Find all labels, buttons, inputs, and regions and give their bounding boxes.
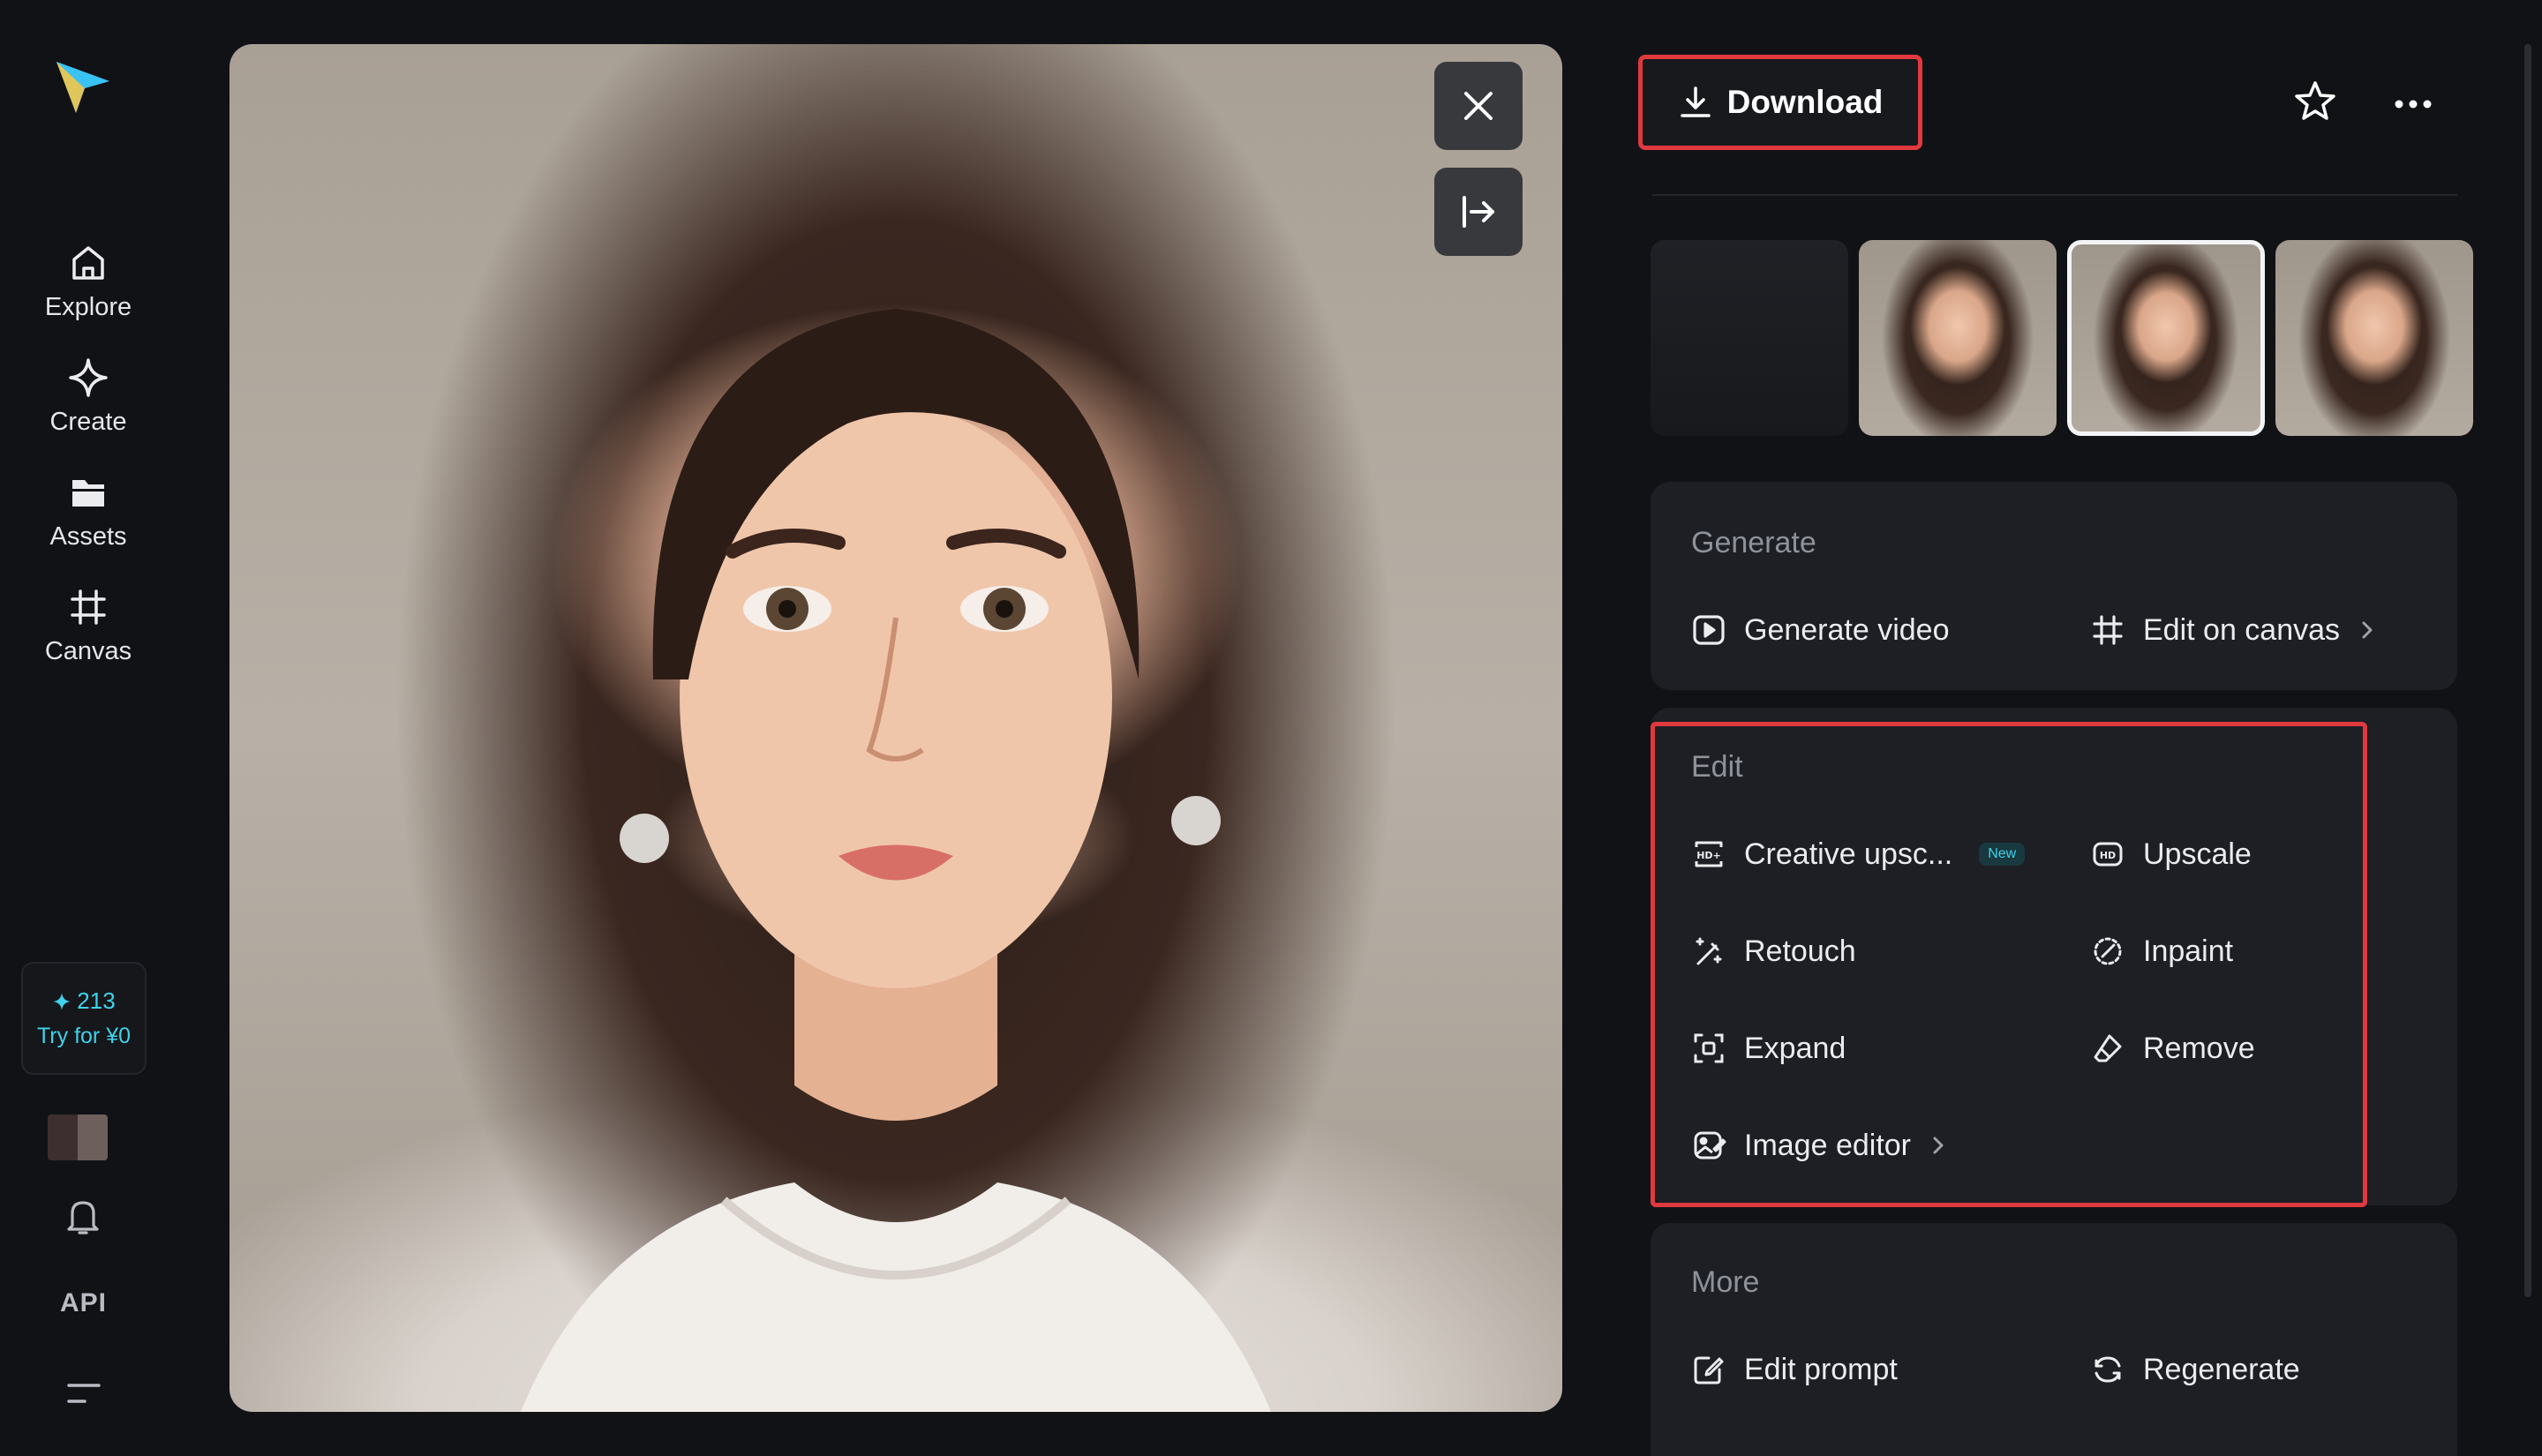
generate-video-label: Generate video xyxy=(1744,612,1950,647)
download-label: Download xyxy=(1726,84,1884,120)
upscale-button[interactable]: HD Upscale xyxy=(2090,837,2252,872)
generate-section-title: Generate xyxy=(1691,526,1816,559)
thumbnail-4[interactable] xyxy=(2275,240,2473,436)
sparkle-diamond-icon xyxy=(69,358,108,397)
edit-prompt-icon xyxy=(1694,1356,1724,1385)
creative-upscale-button[interactable]: HD+ Creative upsc... New xyxy=(1691,837,2026,872)
arrow-right-bar-icon xyxy=(1463,196,1494,228)
menu-icon[interactable] xyxy=(65,1380,102,1407)
image-editor-button[interactable]: Image editor xyxy=(1691,1128,1948,1163)
more-section-title: More xyxy=(1691,1265,1760,1299)
image-editor-label: Image editor xyxy=(1744,1128,1911,1162)
edit-on-canvas-button[interactable]: Edit on canvas xyxy=(2090,612,2377,648)
remove-button[interactable]: Remove xyxy=(2090,1031,2255,1066)
edit-section: Edit HD+ Creative upsc... New HD Upscale… xyxy=(1651,708,2457,1205)
collapse-panel-button[interactable] xyxy=(1434,168,1523,256)
chevron-right-icon xyxy=(1933,1137,1944,1154)
generate-video-button[interactable]: Generate video xyxy=(1691,612,1950,648)
regenerate-button[interactable]: Regenerate xyxy=(2090,1352,2300,1387)
thumbnail-3-selected[interactable] xyxy=(2067,240,2265,436)
expand-button[interactable]: Expand xyxy=(1691,1031,1846,1066)
eraser-icon xyxy=(2094,1034,2122,1062)
svg-text:HD: HD xyxy=(2100,850,2116,861)
generated-image[interactable] xyxy=(229,44,1562,1412)
nav-explore[interactable]: Explore xyxy=(0,240,177,337)
api-link[interactable]: API xyxy=(60,1288,107,1318)
hd-icon: HD xyxy=(2093,842,2123,867)
edit-prompt-label: Edit prompt xyxy=(1744,1352,1898,1386)
regenerate-label: Regenerate xyxy=(2143,1352,2300,1386)
home-icon xyxy=(72,246,104,280)
close-icon xyxy=(1464,92,1493,120)
try-free-link[interactable]: Try for ¥0 xyxy=(37,1024,131,1049)
left-nav-rail: Explore Create Assets Canvas 213 Try for… xyxy=(0,0,177,1456)
chevron-right-icon xyxy=(2362,621,2373,639)
nav-create-label: Create xyxy=(49,408,127,436)
inpaint-brush-icon xyxy=(2094,937,2122,965)
expand-label: Expand xyxy=(1744,1031,1846,1065)
nav-assets[interactable]: Assets xyxy=(0,469,177,567)
thumbnail-1[interactable] xyxy=(1651,240,1848,436)
credits-count: 213 xyxy=(52,987,116,1015)
avatar[interactable] xyxy=(48,1115,108,1160)
edit-on-canvas-label: Edit on canvas xyxy=(2143,612,2341,647)
favorite-star-icon[interactable] xyxy=(2293,79,2337,124)
magic-wand-icon xyxy=(1696,937,1722,965)
close-viewer-button[interactable] xyxy=(1434,62,1523,150)
credits-count-value: 213 xyxy=(77,987,116,1014)
svg-text:HD+: HD+ xyxy=(1696,850,1721,861)
remove-label: Remove xyxy=(2143,1031,2255,1065)
hd-plus-icon: HD+ xyxy=(1695,841,1723,867)
folder-icon xyxy=(72,480,104,507)
nav-canvas[interactable]: Canvas xyxy=(0,584,177,681)
sparkle-icon xyxy=(53,992,71,1010)
nav-explore-label: Explore xyxy=(44,293,132,321)
download-icon xyxy=(1680,86,1711,117)
upscale-label: Upscale xyxy=(2143,837,2252,871)
inpaint-label: Inpaint xyxy=(2143,934,2234,968)
bell-icon[interactable] xyxy=(64,1196,102,1236)
panel-scrollbar[interactable] xyxy=(2524,44,2531,1297)
frame-grid-icon xyxy=(2093,615,2123,645)
edit-section-title: Edit xyxy=(1691,750,1743,784)
frame-grid-icon xyxy=(71,589,106,625)
portrait-illustration xyxy=(521,309,1271,1412)
generate-section: Generate Generate video Edit on canvas xyxy=(1651,482,2457,690)
nav-create[interactable]: Create xyxy=(0,355,177,452)
play-square-icon xyxy=(1693,615,1725,645)
more-section: More Edit prompt Regenerate xyxy=(1651,1223,2457,1456)
app-logo-icon[interactable] xyxy=(51,56,115,120)
new-badge: New xyxy=(1979,843,2026,866)
panel-divider xyxy=(1652,194,2457,196)
credits-card[interactable]: 213 Try for ¥0 xyxy=(21,962,147,1075)
inpaint-button[interactable]: Inpaint xyxy=(2090,934,2233,969)
image-edit-icon xyxy=(1694,1131,1726,1160)
retouch-label: Retouch xyxy=(1744,934,1856,968)
regenerate-icon xyxy=(2095,1356,2121,1383)
more-options-icon[interactable] xyxy=(2392,85,2434,124)
creative-upscale-label: Creative upsc... xyxy=(1744,837,1953,871)
download-button[interactable]: Download xyxy=(1638,55,1922,150)
nav-canvas-label: Canvas xyxy=(44,637,132,665)
nav-assets-label: Assets xyxy=(49,522,127,551)
thumbnail-2[interactable] xyxy=(1859,240,2057,436)
retouch-button[interactable]: Retouch xyxy=(1691,934,1856,969)
edit-prompt-button[interactable]: Edit prompt xyxy=(1691,1352,1898,1387)
expand-frame-icon xyxy=(1694,1033,1724,1063)
